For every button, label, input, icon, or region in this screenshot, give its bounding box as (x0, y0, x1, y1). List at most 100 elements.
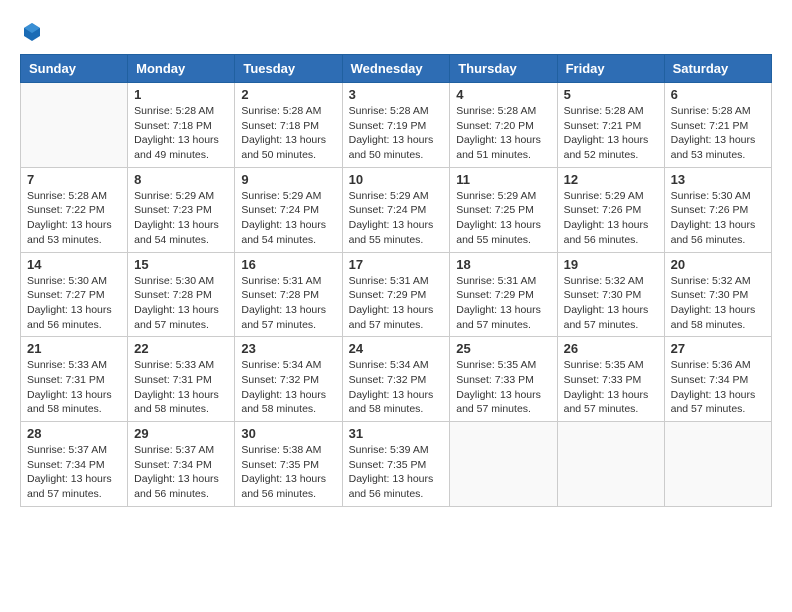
day-number: 10 (349, 172, 444, 187)
day-info: Sunrise: 5:29 AM Sunset: 7:25 PM Dayligh… (456, 189, 550, 248)
day-header-monday: Monday (128, 55, 235, 83)
day-number: 16 (241, 257, 335, 272)
day-info: Sunrise: 5:35 AM Sunset: 7:33 PM Dayligh… (564, 358, 658, 417)
calendar-cell: 1 Sunrise: 5:28 AM Sunset: 7:18 PM Daylig… (128, 83, 235, 168)
day-header-sunday: Sunday (21, 55, 128, 83)
day-header-tuesday: Tuesday (235, 55, 342, 83)
calendar-cell: 7Sunrise: 5:28 AM Sunset: 7:22 PM Daylig… (21, 167, 128, 252)
day-header-wednesday: Wednesday (342, 55, 450, 83)
day-info: Sunrise: 5:30 AM Sunset: 7:28 PM Dayligh… (134, 274, 228, 333)
day-info: Sunrise: 5:30 AM Sunset: 7:26 PM Dayligh… (671, 189, 765, 248)
day-info: Sunrise: 5:32 AM Sunset: 7:30 PM Dayligh… (564, 274, 658, 333)
logo-icon (20, 20, 44, 44)
day-number: 4 (456, 87, 550, 102)
calendar-cell: 6 Sunrise: 5:28 AM Sunset: 7:21 PM Daylig… (664, 83, 771, 168)
calendar-week-row: 1 Sunrise: 5:28 AM Sunset: 7:18 PM Daylig… (21, 83, 772, 168)
day-info: Sunrise: 5:29 AM Sunset: 7:24 PM Dayligh… (241, 189, 335, 248)
calendar-cell: 20Sunrise: 5:32 AM Sunset: 7:30 PM Dayli… (664, 252, 771, 337)
calendar-cell: 26 Sunrise: 5:35 AM Sunset: 7:33 PM Dayli… (557, 337, 664, 422)
day-number: 2 (241, 87, 335, 102)
day-info: Sunrise: 5:29 AM Sunset: 7:23 PM Dayligh… (134, 189, 228, 248)
day-info: Sunrise: 5:31 AM Sunset: 7:28 PM Dayligh… (241, 274, 335, 333)
day-number: 26 (564, 341, 658, 356)
day-number: 1 (134, 87, 228, 102)
calendar-cell: 14Sunrise: 5:30 AM Sunset: 7:27 PM Dayli… (21, 252, 128, 337)
calendar-cell: 24Sunrise: 5:34 AM Sunset: 7:32 PM Dayli… (342, 337, 450, 422)
calendar-cell: 16 Sunrise: 5:31 AM Sunset: 7:28 PM Dayli… (235, 252, 342, 337)
calendar-cell (21, 83, 128, 168)
day-info: Sunrise: 5:28 AM Sunset: 7:21 PM Dayligh… (564, 104, 658, 163)
calendar-cell: 29 Sunrise: 5:37 AM Sunset: 7:34 PM Dayli… (128, 422, 235, 507)
day-info: Sunrise: 5:33 AM Sunset: 7:31 PM Dayligh… (27, 358, 121, 417)
logo (20, 20, 48, 44)
calendar-week-row: 14Sunrise: 5:30 AM Sunset: 7:27 PM Dayli… (21, 252, 772, 337)
calendar-cell: 27 Sunrise: 5:36 AM Sunset: 7:34 PM Dayli… (664, 337, 771, 422)
day-number: 29 (134, 426, 228, 441)
calendar-cell (450, 422, 557, 507)
page-header (20, 20, 772, 44)
day-info: Sunrise: 5:34 AM Sunset: 7:32 PM Dayligh… (241, 358, 335, 417)
day-info: Sunrise: 5:36 AM Sunset: 7:34 PM Dayligh… (671, 358, 765, 417)
day-info: Sunrise: 5:29 AM Sunset: 7:24 PM Dayligh… (349, 189, 444, 248)
calendar-cell: 10 Sunrise: 5:29 AM Sunset: 7:24 PM Dayli… (342, 167, 450, 252)
day-info: Sunrise: 5:32 AM Sunset: 7:30 PM Dayligh… (671, 274, 765, 333)
calendar-table: SundayMondayTuesdayWednesdayThursdayFrid… (20, 54, 772, 507)
calendar-week-row: 7Sunrise: 5:28 AM Sunset: 7:22 PM Daylig… (21, 167, 772, 252)
day-info: Sunrise: 5:33 AM Sunset: 7:31 PM Dayligh… (134, 358, 228, 417)
day-info: Sunrise: 5:28 AM Sunset: 7:18 PM Dayligh… (241, 104, 335, 163)
day-number: 3 (349, 87, 444, 102)
calendar-cell: 31 Sunrise: 5:39 AM Sunset: 7:35 PM Dayli… (342, 422, 450, 507)
calendar-cell (664, 422, 771, 507)
calendar-cell: 21 Sunrise: 5:33 AM Sunset: 7:31 PM Dayli… (21, 337, 128, 422)
calendar-cell: 17Sunrise: 5:31 AM Sunset: 7:29 PM Dayli… (342, 252, 450, 337)
day-info: Sunrise: 5:38 AM Sunset: 7:35 PM Dayligh… (241, 443, 335, 502)
day-number: 18 (456, 257, 550, 272)
day-number: 8 (134, 172, 228, 187)
calendar-cell: 8 Sunrise: 5:29 AM Sunset: 7:23 PM Daylig… (128, 167, 235, 252)
day-number: 28 (27, 426, 121, 441)
day-info: Sunrise: 5:28 AM Sunset: 7:21 PM Dayligh… (671, 104, 765, 163)
day-header-friday: Friday (557, 55, 664, 83)
day-info: Sunrise: 5:28 AM Sunset: 7:19 PM Dayligh… (349, 104, 444, 163)
day-number: 21 (27, 341, 121, 356)
calendar-cell: 23 Sunrise: 5:34 AM Sunset: 7:32 PM Dayli… (235, 337, 342, 422)
day-number: 23 (241, 341, 335, 356)
day-number: 30 (241, 426, 335, 441)
day-info: Sunrise: 5:31 AM Sunset: 7:29 PM Dayligh… (349, 274, 444, 333)
calendar-cell: 25Sunrise: 5:35 AM Sunset: 7:33 PM Dayli… (450, 337, 557, 422)
calendar-week-row: 21 Sunrise: 5:33 AM Sunset: 7:31 PM Dayli… (21, 337, 772, 422)
day-info: Sunrise: 5:28 AM Sunset: 7:22 PM Dayligh… (27, 189, 121, 248)
calendar-cell: 3 Sunrise: 5:28 AM Sunset: 7:19 PM Daylig… (342, 83, 450, 168)
calendar-cell: 13 Sunrise: 5:30 AM Sunset: 7:26 PM Dayli… (664, 167, 771, 252)
day-number: 5 (564, 87, 658, 102)
day-number: 27 (671, 341, 765, 356)
day-info: Sunrise: 5:37 AM Sunset: 7:34 PM Dayligh… (134, 443, 228, 502)
calendar-cell: 4Sunrise: 5:28 AM Sunset: 7:20 PM Daylig… (450, 83, 557, 168)
calendar-week-row: 28 Sunrise: 5:37 AM Sunset: 7:34 PM Dayli… (21, 422, 772, 507)
calendar-cell: 2 Sunrise: 5:28 AM Sunset: 7:18 PM Daylig… (235, 83, 342, 168)
day-number: 31 (349, 426, 444, 441)
day-info: Sunrise: 5:28 AM Sunset: 7:18 PM Dayligh… (134, 104, 228, 163)
day-info: Sunrise: 5:34 AM Sunset: 7:32 PM Dayligh… (349, 358, 444, 417)
day-info: Sunrise: 5:39 AM Sunset: 7:35 PM Dayligh… (349, 443, 444, 502)
calendar-cell: 28 Sunrise: 5:37 AM Sunset: 7:34 PM Dayli… (21, 422, 128, 507)
day-number: 15 (134, 257, 228, 272)
calendar-header-row: SundayMondayTuesdayWednesdayThursdayFrid… (21, 55, 772, 83)
day-number: 22 (134, 341, 228, 356)
day-number: 19 (564, 257, 658, 272)
day-info: Sunrise: 5:37 AM Sunset: 7:34 PM Dayligh… (27, 443, 121, 502)
calendar-cell: 15 Sunrise: 5:30 AM Sunset: 7:28 PM Dayli… (128, 252, 235, 337)
day-number: 11 (456, 172, 550, 187)
day-header-saturday: Saturday (664, 55, 771, 83)
day-info: Sunrise: 5:30 AM Sunset: 7:27 PM Dayligh… (27, 274, 121, 333)
calendar-cell (557, 422, 664, 507)
day-number: 6 (671, 87, 765, 102)
day-info: Sunrise: 5:31 AM Sunset: 7:29 PM Dayligh… (456, 274, 550, 333)
calendar-cell: 18 Sunrise: 5:31 AM Sunset: 7:29 PM Dayli… (450, 252, 557, 337)
day-number: 13 (671, 172, 765, 187)
calendar-cell: 11 Sunrise: 5:29 AM Sunset: 7:25 PM Dayli… (450, 167, 557, 252)
day-info: Sunrise: 5:29 AM Sunset: 7:26 PM Dayligh… (564, 189, 658, 248)
calendar-cell: 22 Sunrise: 5:33 AM Sunset: 7:31 PM Dayli… (128, 337, 235, 422)
calendar-cell: 19 Sunrise: 5:32 AM Sunset: 7:30 PM Dayli… (557, 252, 664, 337)
calendar-cell: 12Sunrise: 5:29 AM Sunset: 7:26 PM Dayli… (557, 167, 664, 252)
